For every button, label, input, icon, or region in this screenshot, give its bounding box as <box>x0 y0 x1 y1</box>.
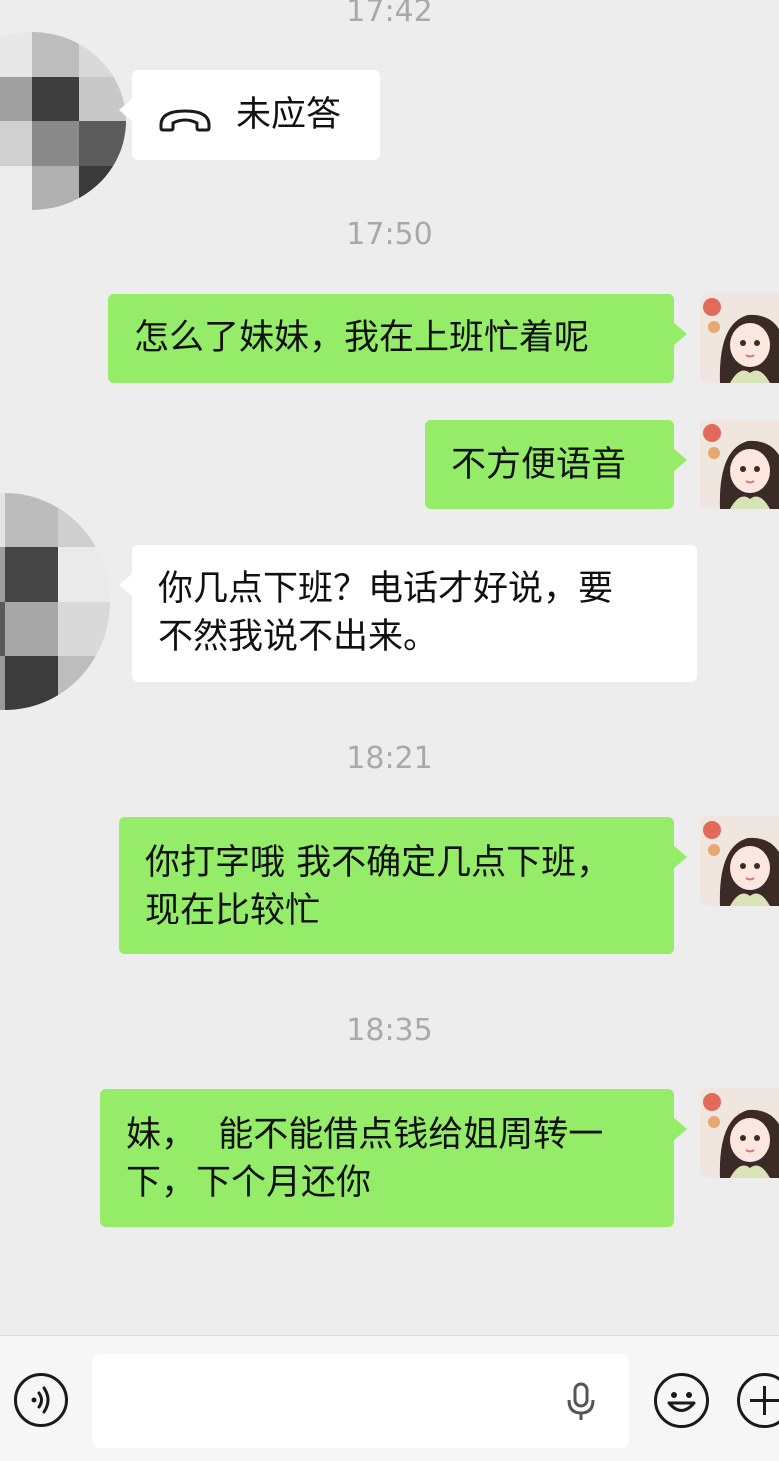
contact-avatar[interactable] <box>0 32 126 210</box>
message-bubble-outgoing[interactable]: 妹， 能不能借点钱给姐周转一 下，下个月还你 <box>100 1089 687 1227</box>
message-text-line: 妹， 能不能借点钱给姐周转一 <box>126 1115 604 1155</box>
my-avatar[interactable] <box>700 293 779 383</box>
emoji-icon[interactable] <box>654 1373 709 1428</box>
missed-call-bubble[interactable]: 未应答 <box>119 70 380 160</box>
phone-hangup-icon <box>156 100 214 132</box>
message-text-line: 现在比较忙 <box>145 891 321 931</box>
contact-avatar[interactable] <box>0 493 110 710</box>
message-bubble-outgoing[interactable]: 你打字哦 我不确定几点下班， 现在比较忙 <box>119 817 687 954</box>
message-bubble-outgoing[interactable]: 怎么了妹妹，我在上班忙着呢 <box>108 294 687 383</box>
message-text-line: 你几点下班？电话才好说，要 <box>158 569 614 609</box>
timestamp: 18:21 <box>346 741 433 776</box>
message-text: 怎么了妹妹，我在上班忙着呢 <box>134 318 590 358</box>
message-bubble-incoming[interactable]: 你几点下班？电话才好说，要 不然我说不出来。 <box>119 545 697 682</box>
message-bubble-outgoing[interactable]: 不方便语音 <box>425 420 687 509</box>
message-text-line: 你打字哦 我不确定几点下班， <box>145 843 612 883</box>
microphone-icon[interactable] <box>566 1382 596 1422</box>
my-avatar[interactable] <box>700 419 779 509</box>
missed-call-label: 未应答 <box>236 95 342 135</box>
message-text-line: 下，下个月还你 <box>126 1163 372 1203</box>
timestamp: 17:42 <box>346 0 433 29</box>
message-text-line: 不然我说不出来。 <box>158 617 439 657</box>
my-avatar[interactable] <box>700 816 779 906</box>
my-avatar[interactable] <box>700 1088 779 1178</box>
chat-input-bar <box>0 1335 779 1461</box>
message-input[interactable] <box>92 1354 629 1448</box>
message-text: 不方便语音 <box>451 445 627 485</box>
timestamp: 17:50 <box>346 217 433 252</box>
plus-icon[interactable] <box>737 1373 779 1428</box>
voice-mode-icon[interactable] <box>14 1373 68 1427</box>
timestamp: 18:35 <box>346 1013 433 1048</box>
